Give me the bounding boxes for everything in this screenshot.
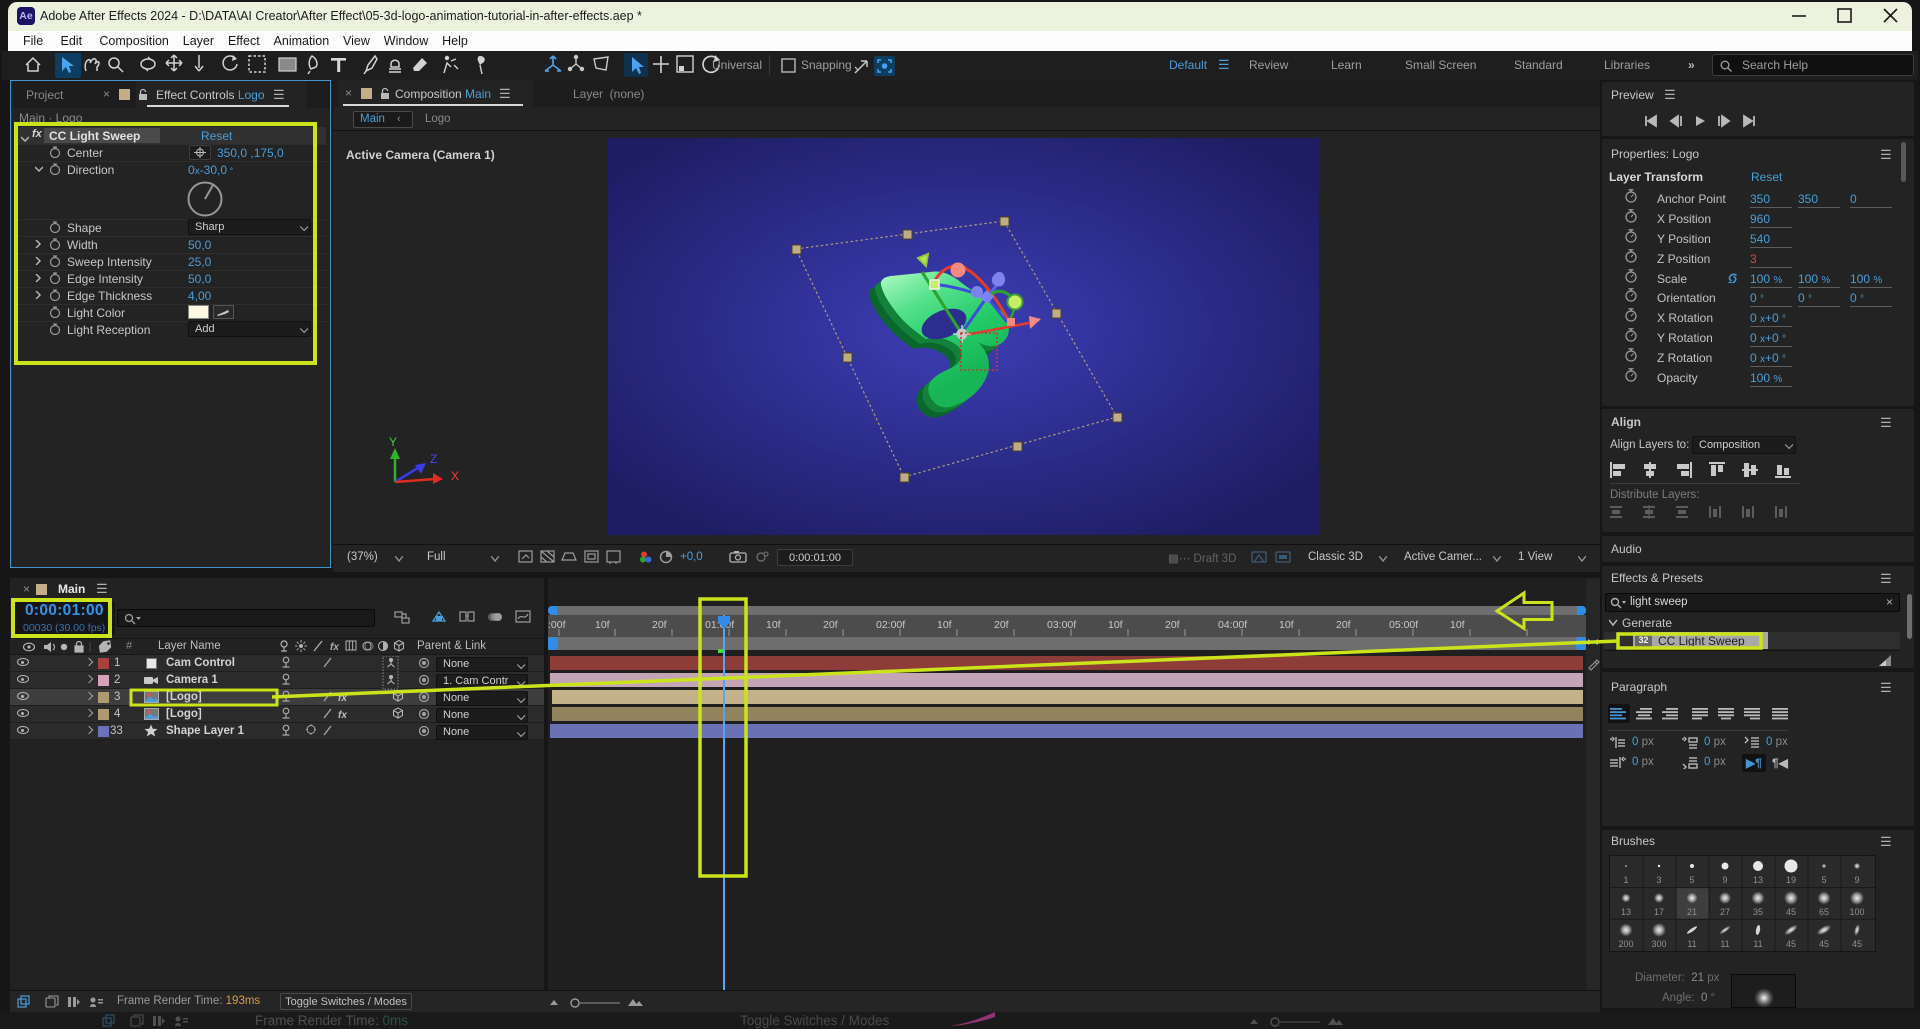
svg-text:Z: Z (430, 452, 437, 466)
svg-text:45: 45 (1786, 939, 1796, 949)
svg-text:Y: Y (389, 435, 397, 449)
svg-text:21: 21 (1687, 907, 1697, 917)
svg-text:45: 45 (1786, 907, 1796, 917)
svg-text:11: 11 (1687, 939, 1696, 949)
svg-text:100: 100 (1849, 907, 1864, 917)
svg-text:fx: fx (338, 693, 347, 704)
svg-text:fx: fx (338, 710, 347, 721)
svg-text:9: 9 (1854, 875, 1859, 885)
svg-text:65: 65 (1819, 907, 1829, 917)
svg-text:19: 19 (1786, 875, 1796, 885)
svg-text:11: 11 (1753, 939, 1762, 949)
svg-text:13: 13 (1621, 907, 1631, 917)
svg-text:1: 1 (1623, 875, 1628, 885)
svg-text:17: 17 (1654, 907, 1664, 917)
svg-text:13: 13 (1753, 875, 1763, 885)
svg-text:11: 11 (1720, 939, 1729, 949)
svg-text:300: 300 (1651, 939, 1666, 949)
svg-text:5: 5 (1821, 875, 1826, 885)
svg-text:35: 35 (1753, 907, 1763, 917)
svg-text:3: 3 (1656, 875, 1661, 885)
svg-text:200: 200 (1618, 939, 1633, 949)
svg-text:5: 5 (1689, 875, 1694, 885)
svg-text:X: X (451, 469, 459, 483)
svg-text:45: 45 (1852, 939, 1862, 949)
svg-text:27: 27 (1720, 907, 1730, 917)
svg-text:9: 9 (1722, 875, 1727, 885)
svg-text:45: 45 (1819, 939, 1829, 949)
svg-text:fx: fx (330, 642, 339, 653)
